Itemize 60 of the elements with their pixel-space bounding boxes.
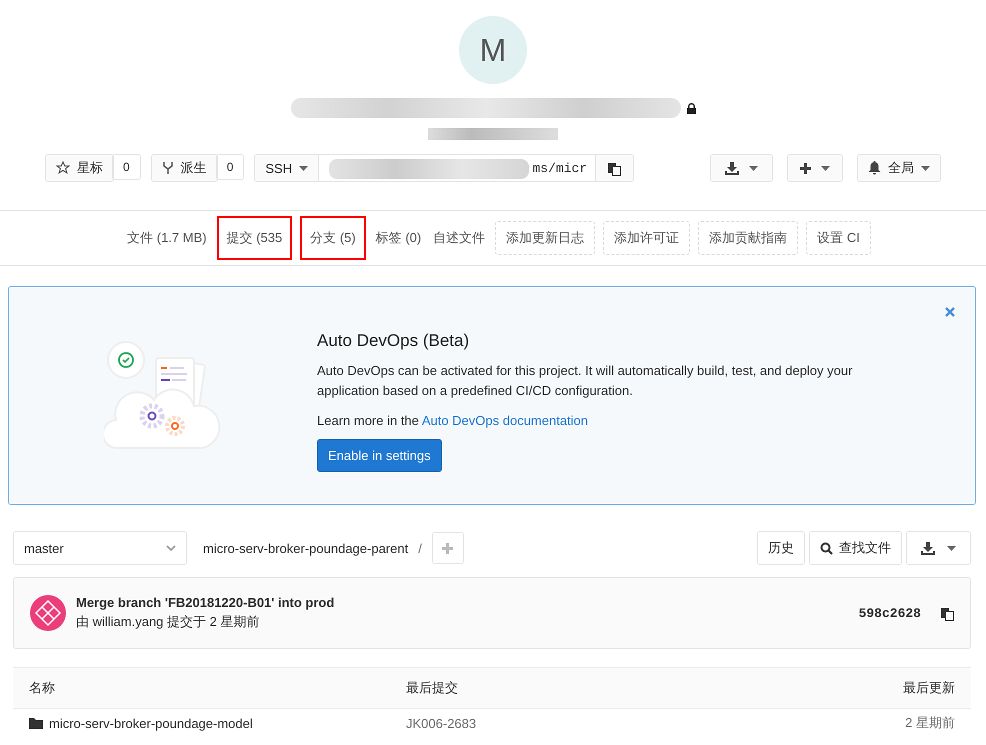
close-icon[interactable]	[945, 307, 955, 317]
branch-dropdown[interactable]: master	[13, 531, 187, 565]
caret-icon	[921, 166, 930, 170]
fork-button[interactable]: 派生	[150, 154, 218, 182]
download-icon	[725, 162, 739, 174]
search-icon	[820, 542, 833, 554]
add-file-link[interactable]: 添加贡献指南	[698, 221, 798, 255]
folder-icon	[29, 718, 43, 728]
bell-icon	[868, 161, 881, 175]
project-avatar: M	[459, 16, 527, 84]
breadcrumb-link[interactable]: micro-serv-broker-poundage-parent	[203, 540, 408, 556]
download-icon	[921, 542, 935, 554]
banner-title: Auto DevOps (Beta)	[317, 331, 470, 351]
nav-link[interactable]: 自述文件	[431, 222, 488, 254]
copy-button[interactable]	[941, 606, 954, 620]
copy-icon	[608, 160, 622, 176]
file-name-link[interactable]: micro-serv-broker-poundage-model	[49, 716, 253, 730]
add-file-link[interactable]: 添加许可证	[603, 221, 690, 255]
nav-link[interactable]: 文件 (1.7 MB)	[125, 222, 209, 254]
copy-icon	[941, 606, 954, 620]
download-button[interactable]	[710, 154, 773, 182]
column-header: 最后提交	[406, 679, 459, 697]
column-header: 名称	[29, 679, 56, 697]
caret-icon	[749, 166, 758, 170]
download-button[interactable]	[906, 531, 971, 565]
plus-icon	[800, 162, 811, 174]
learn-more-text: Learn more in the Auto DevOps documentation	[317, 412, 590, 430]
new-button[interactable]	[787, 154, 843, 182]
nav-link[interactable]: 分支 (5)	[300, 216, 366, 260]
star-count: 0	[112, 154, 141, 180]
notification-button[interactable]: 全局	[857, 154, 941, 182]
add-file-link[interactable]: 添加更新日志	[495, 221, 596, 255]
fork-icon	[162, 161, 174, 175]
user-avatar-icon	[30, 595, 66, 631]
protocol-dropdown[interactable]: SSH	[254, 154, 320, 182]
star-icon	[56, 161, 70, 175]
commit-meta: 由 william.yang 提交于 2 星期前	[76, 613, 260, 631]
star-button[interactable]: 星标	[45, 154, 114, 182]
chevron-icon	[166, 545, 176, 551]
caret-icon	[821, 166, 830, 170]
enable-button[interactable]: Enable in settings	[317, 439, 442, 472]
path-separator: /	[418, 540, 422, 556]
table-cell-text: JK006-2683	[406, 716, 478, 730]
caret-icon	[947, 546, 956, 550]
commit-message[interactable]: Merge branch 'FB20181220-B01' into prod	[76, 595, 849, 610]
caret-icon	[299, 166, 308, 170]
nav-link[interactable]: 标签 (0)	[374, 222, 424, 254]
documentation-link[interactable]: Auto DevOps documentation	[422, 413, 588, 428]
history-button[interactable]: 历史	[757, 531, 805, 565]
fork-count: 0	[216, 154, 244, 180]
clone-url-field[interactable]: ms/micr	[319, 154, 596, 182]
nav-link[interactable]: 提交 (535	[216, 216, 292, 260]
commit-sha[interactable]: 598c2628	[858, 606, 921, 620]
find-file-button[interactable]: 查找文件	[809, 531, 902, 565]
banner-text: Auto DevOps can be activated for this project. It will automatically build, test, and deploy your application based on a predefined CI/CD configuration.	[317, 362, 854, 400]
column-header: 最后更新	[902, 679, 955, 697]
table-cell-text: 2 星期前	[904, 714, 955, 732]
copy-button[interactable]	[595, 154, 634, 182]
plus-icon	[442, 542, 454, 554]
add-file-link[interactable]: 设置 CI	[806, 221, 871, 255]
